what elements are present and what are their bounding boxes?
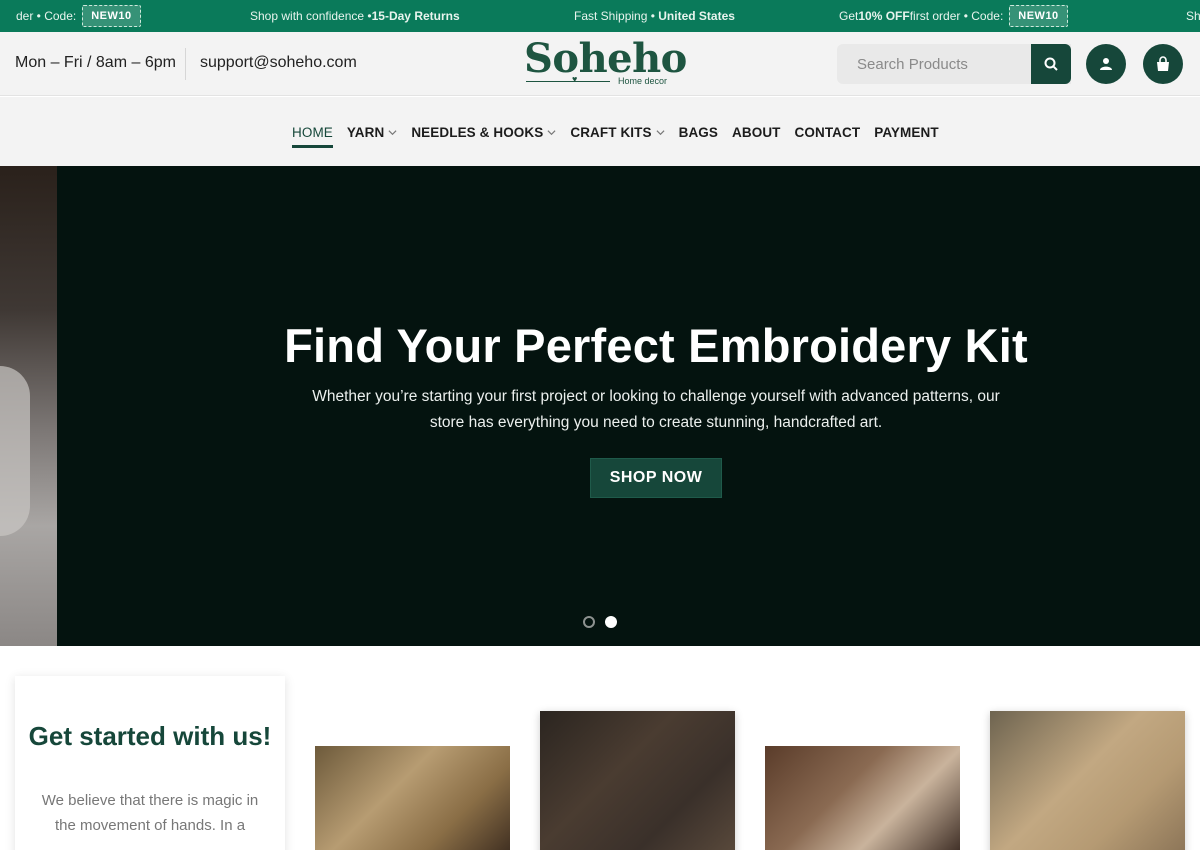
user-icon (1100, 58, 1112, 70)
site-header: Mon – Fri / 8am – 6pm support@soheho.com… (0, 32, 1200, 96)
category-image[interactable] (765, 746, 960, 850)
main-nav: HOME YARN NEEDLES & HOOKS CRAFT KITS BAG… (0, 97, 1200, 166)
chevron-down-icon (656, 129, 665, 135)
nav-item-craft-kits[interactable]: CRAFT KITS (570, 123, 665, 141)
nav-item-contact[interactable]: CONTACT (795, 123, 861, 141)
account-button[interactable] (1086, 44, 1126, 84)
promo-highlight: 15-Day Returns (371, 9, 460, 23)
search-button[interactable] (1031, 44, 1071, 84)
category-image[interactable] (990, 711, 1185, 850)
intro-title: Get started with us! (28, 721, 272, 751)
intro-text: We believe that there is magic in the mo… (41, 792, 259, 834)
shop-now-button[interactable]: SHOP NOW (590, 458, 722, 498)
heart-icon: ♥ (572, 74, 578, 84)
nav-item-yarn[interactable]: YARN (347, 123, 397, 141)
nav-item-about[interactable]: ABOUT (732, 123, 781, 141)
coupon-code[interactable]: NEW10 (1009, 5, 1068, 27)
promo-segment: Sh (1186, 0, 1200, 32)
hero-slider: Find Your Perfect Embroidery Kit Whether… (0, 166, 1200, 646)
hero-side-image (0, 166, 57, 646)
promo-segment: Fast Shipping • United States (574, 0, 735, 32)
nav-item-needles-hooks[interactable]: NEEDLES & HOOKS (411, 123, 556, 141)
promo-text: Fast Shipping • (574, 9, 655, 23)
nav-label: YARN (346, 124, 385, 140)
nav-item-payment[interactable]: PAYMENT (874, 123, 938, 141)
promo-highlight: United States (658, 9, 735, 23)
chevron-down-icon (547, 129, 556, 135)
slider-dot[interactable] (583, 616, 595, 628)
promo-text: Get (839, 9, 859, 23)
logo-tagline: Home decor (618, 76, 668, 86)
search-icon (1044, 57, 1058, 71)
nav-label: BAGS (678, 124, 719, 140)
nav-label: CONTACT (794, 124, 861, 140)
category-image[interactable] (315, 746, 510, 850)
category-image[interactable] (540, 711, 735, 850)
business-hours: Mon – Fri / 8am – 6pm (15, 54, 176, 71)
nav-item-bags[interactable]: BAGS (679, 123, 718, 141)
promo-bar: der • Code: NEW10 Shop with confidence •… (0, 0, 1200, 32)
hero-title: Find Your Perfect Embroidery Kit (284, 319, 1028, 372)
chevron-down-icon (388, 129, 397, 135)
cart-button[interactable] (1143, 44, 1183, 84)
hero-description: Whether you’re starting your first proje… (312, 388, 1000, 431)
promo-text: der • Code: (16, 9, 77, 23)
nav-item-home[interactable]: HOME (292, 123, 333, 148)
nav-label: PAYMENT (874, 124, 939, 140)
promo-text: Shop with confidence • (250, 9, 372, 23)
promo-segment: der • Code: NEW10 (16, 0, 141, 32)
site-logo[interactable]: Soheho ♥ Home decor (520, 36, 687, 92)
nav-label: HOME (292, 124, 333, 140)
promo-segment: Shop with confidence • 15-Day Returns (250, 0, 460, 32)
promo-text: Sh (1186, 9, 1200, 23)
promo-highlight: 10% OFF (858, 9, 910, 23)
logo-underline (526, 81, 610, 82)
nav-label: CRAFT KITS (570, 124, 652, 140)
coupon-code[interactable]: NEW10 (82, 5, 141, 27)
divider (185, 48, 186, 80)
slider-pagination (583, 616, 627, 628)
promo-text: first order • Code: (909, 9, 1004, 23)
shopping-bag-icon (1157, 56, 1169, 71)
search-box (837, 44, 1071, 84)
search-input[interactable] (837, 44, 1031, 84)
slider-dot-active[interactable] (605, 616, 617, 628)
support-email-link[interactable]: support@soheho.com (200, 54, 357, 72)
intro-card: Get started with us! We believe that the… (15, 676, 285, 850)
promo-segment: Get 10% OFF first order • Code: NEW10 (839, 0, 1068, 32)
nav-label: NEEDLES & HOOKS (411, 124, 544, 140)
nav-label: ABOUT (732, 124, 781, 140)
